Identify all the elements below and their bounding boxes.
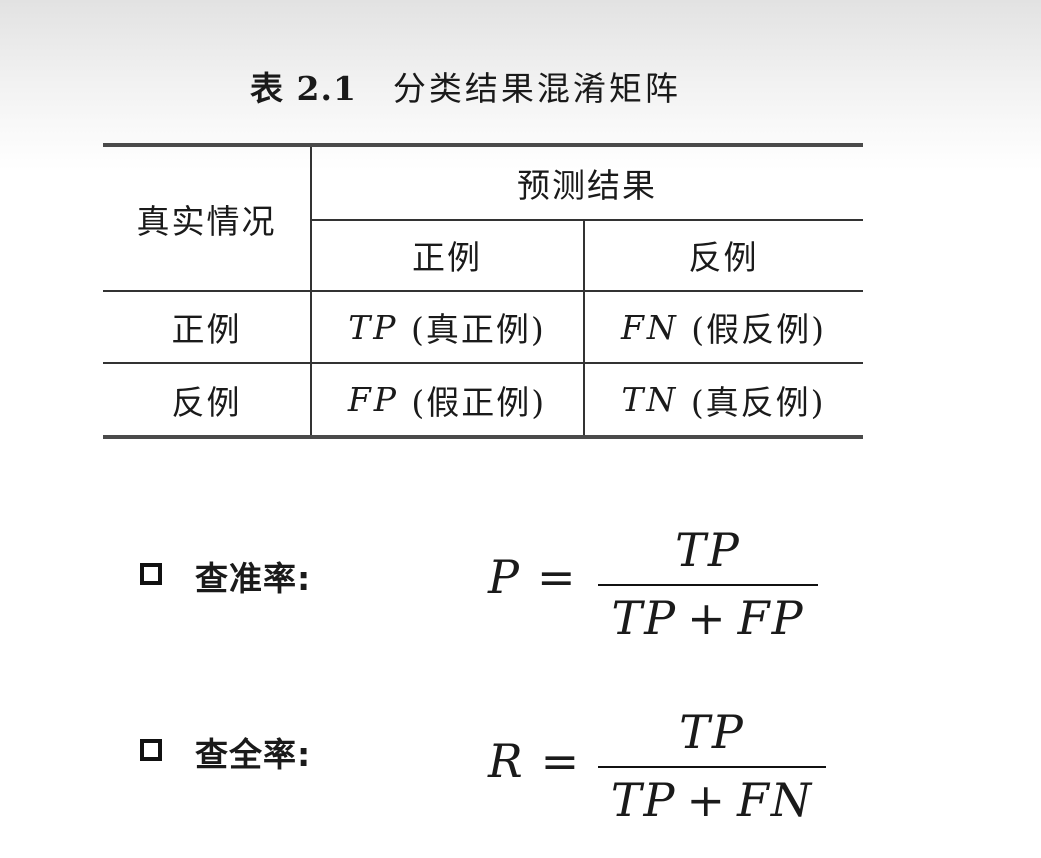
cell-abbr: TP (348, 307, 399, 347)
cell-abbr: TN (621, 380, 679, 419)
precision-symbol: P (488, 550, 519, 604)
recall-numerator: TP (679, 705, 745, 759)
precision-label: 查准率: (195, 559, 312, 598)
precision-formula-row: 查准率: P = TP TP + FP (140, 522, 900, 645)
checkbox-bullet-icon (140, 739, 162, 761)
equals-sign: = (540, 734, 580, 788)
fraction-bar (598, 584, 818, 586)
cell-name: (真正例) (410, 310, 546, 349)
cell-abbr: FN (620, 307, 679, 347)
caption-text: 分类结果混淆矩阵 (392, 69, 681, 108)
confusion-matrix-table: 真实情况 预测结果 正例 反例 正例 TP (真正例) FN (假反例) 反例 … (103, 143, 863, 440)
row-label-negative: 反例 (171, 382, 242, 422)
cell-true-positive: TP (真正例) (311, 292, 583, 362)
precision-lhs: P = (488, 550, 576, 604)
cell-name: (假正例) (411, 382, 547, 422)
cell-name: (假反例) (691, 310, 827, 349)
recall-denominator: TP + FN (598, 772, 826, 828)
header-pred-negative: 反例 (688, 238, 759, 277)
header-pred-positive: 正例 (412, 238, 482, 277)
equals-sign: = (536, 550, 576, 604)
precision-denominator: TP + FP (598, 590, 818, 646)
recall-formula-row: 查全率: R = TP TP + FN (140, 700, 900, 827)
den-term: TP (610, 773, 677, 827)
checkbox-bullet-icon (140, 563, 162, 585)
cell-false-positive: FP (假正例) (311, 364, 583, 435)
header-actual: 真实情况 (136, 201, 277, 241)
header-predicted: 预测结果 (517, 166, 657, 205)
den-term: FN (737, 773, 814, 827)
recall-symbol: R (488, 734, 523, 788)
den-term: TP (611, 591, 678, 645)
precision-numerator: TP (675, 523, 741, 577)
fraction-bar (598, 766, 826, 768)
plus-sign: + (686, 773, 727, 827)
plus-sign: + (687, 591, 728, 645)
bottom-rule (103, 435, 863, 439)
cell-false-negative: FN (假反例) (584, 292, 863, 362)
recall-fraction: TP TP + FN (598, 704, 826, 828)
caption-label: 表 2.1 (250, 69, 357, 108)
recall-lhs: R = (488, 734, 579, 788)
cell-name: (真反例) (690, 382, 826, 422)
recall-label: 查全率: (195, 735, 312, 774)
cell-true-negative: TN (真反例) (584, 364, 863, 435)
den-term: FP (737, 591, 805, 645)
table-caption: 表 2.1 分类结果混淆矩阵 (250, 62, 681, 110)
row-label-positive: 正例 (171, 310, 242, 349)
cell-abbr: FP (347, 380, 399, 419)
precision-fraction: TP TP + FP (598, 522, 818, 646)
